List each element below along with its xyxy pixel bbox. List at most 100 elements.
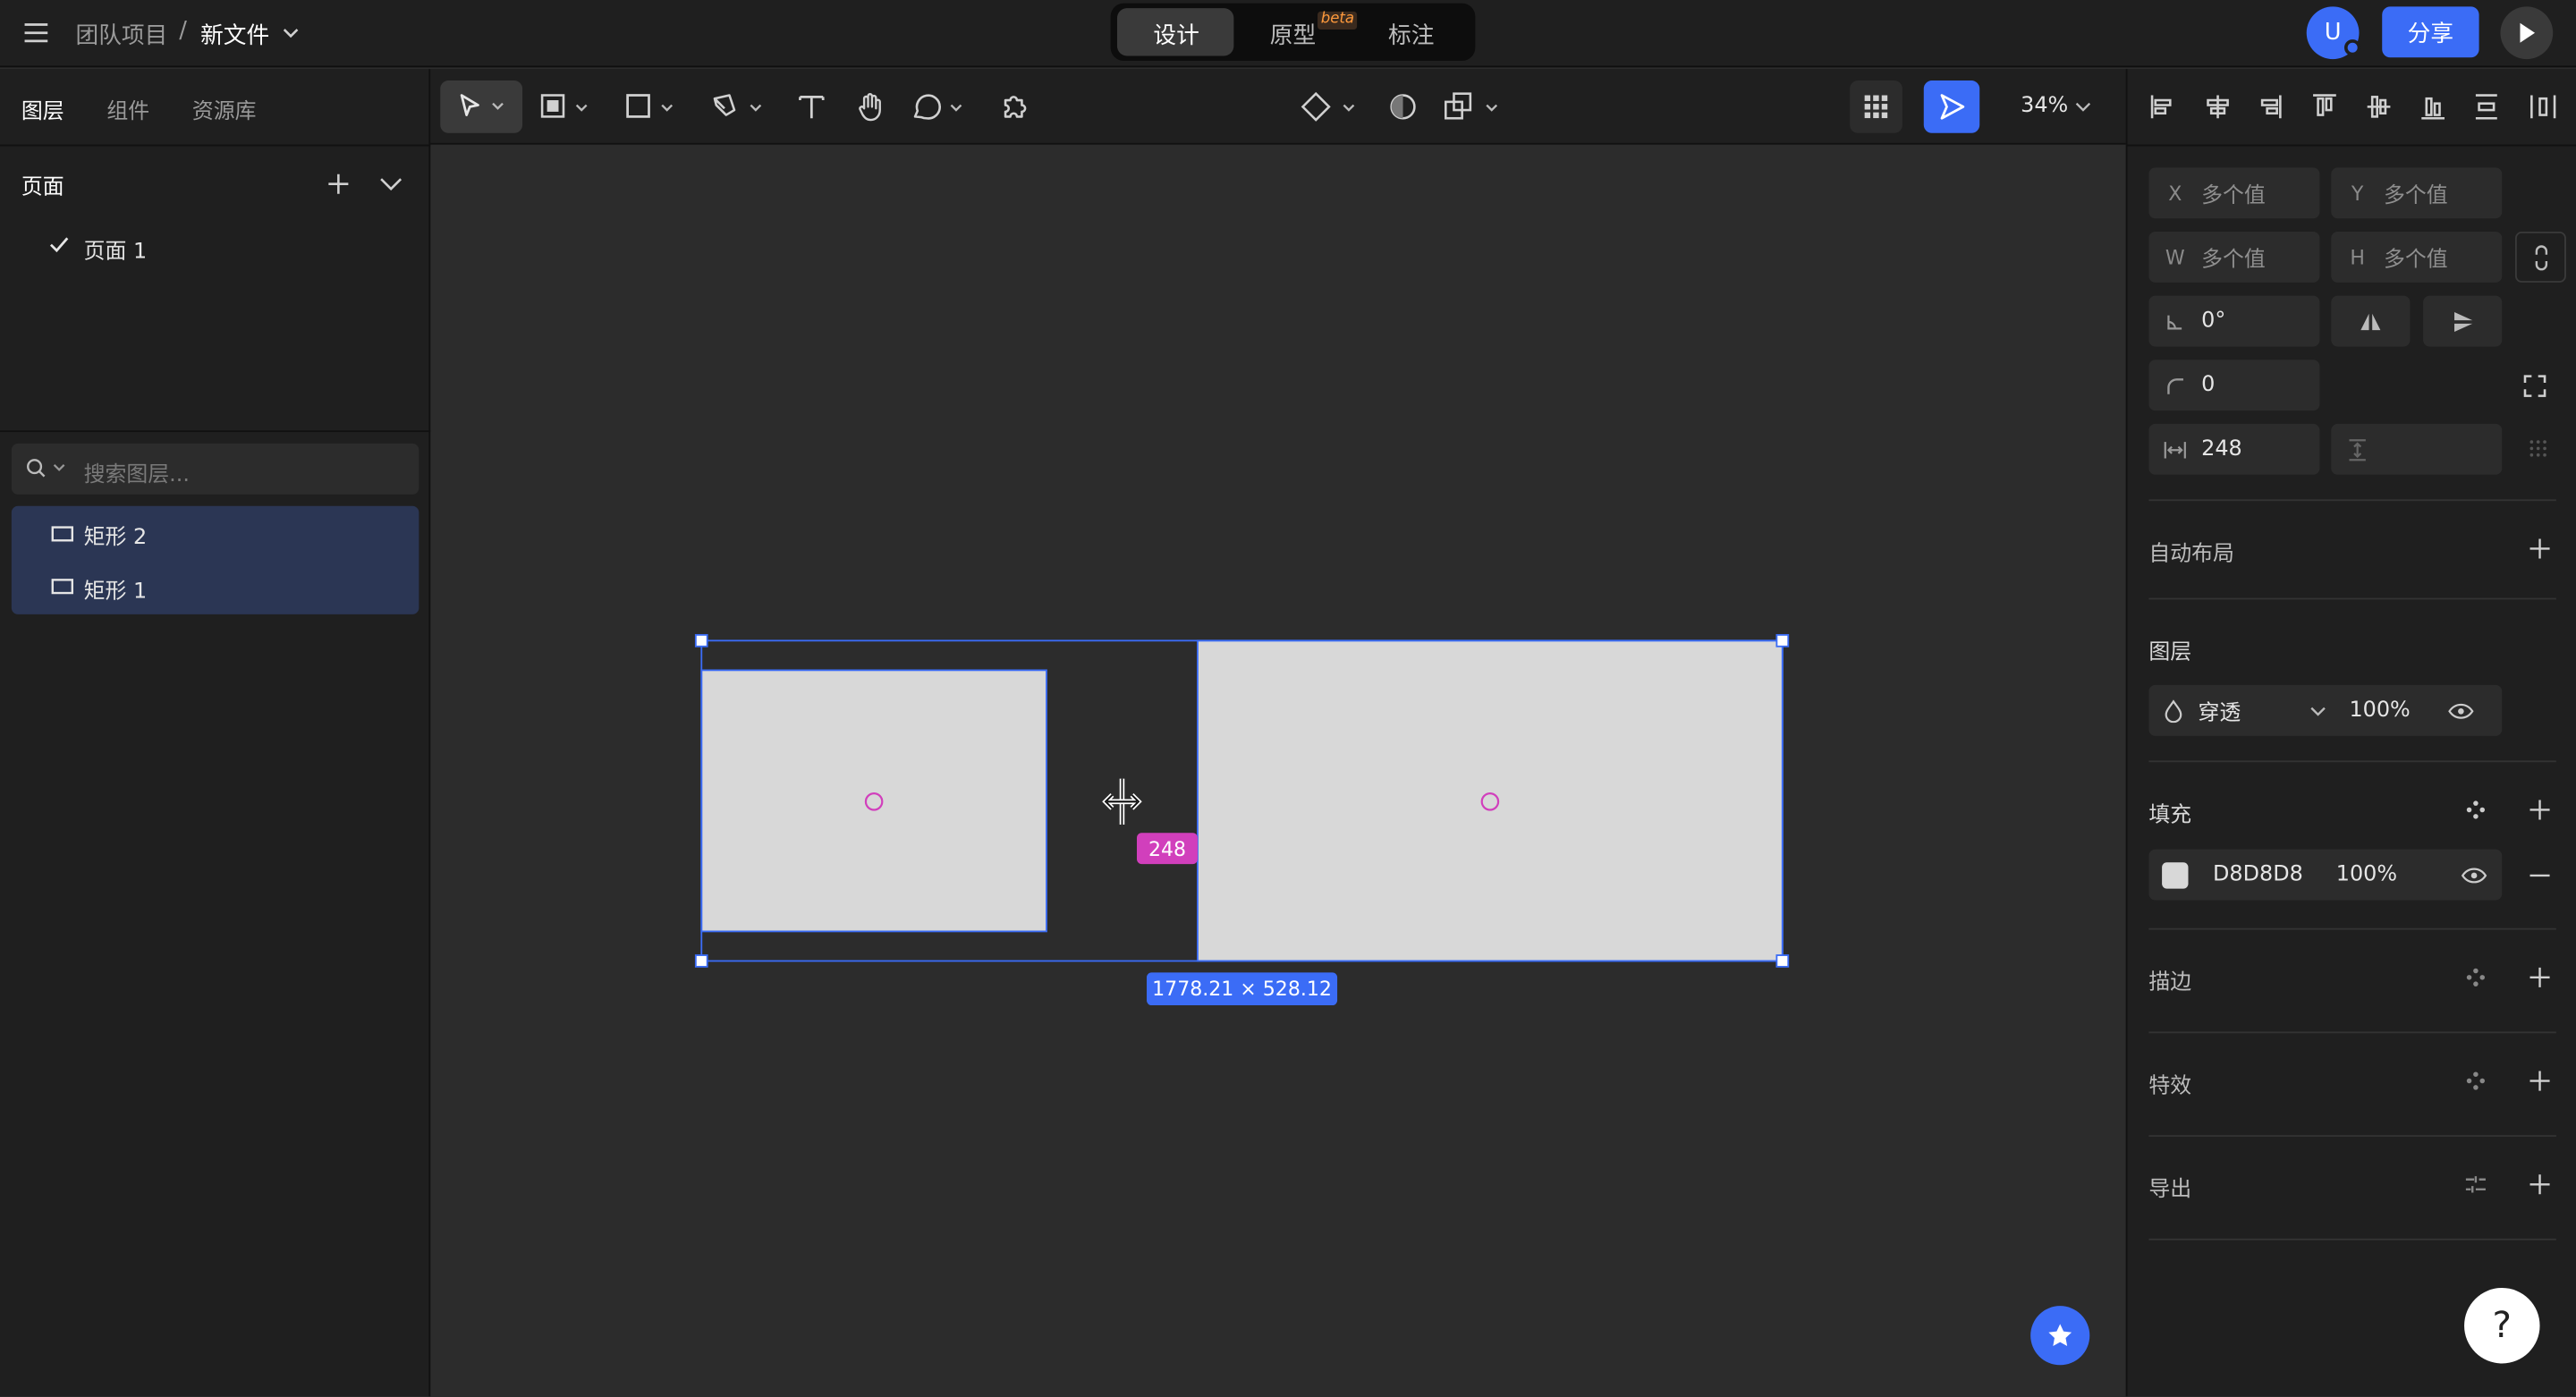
fill-styles-icon[interactable] (2462, 797, 2488, 823)
height-field[interactable]: H 多个值 (2331, 231, 2503, 283)
rotation-field[interactable]: 0° (2148, 295, 2320, 347)
collapse-pages-chevron-icon[interactable] (377, 169, 406, 199)
rectangle-tool-button[interactable] (624, 89, 677, 124)
flip-vertical-icon (2454, 311, 2473, 332)
frame-tool-button[interactable] (538, 89, 591, 124)
pen-icon (713, 94, 762, 116)
flip-vertical-button[interactable] (2423, 295, 2503, 347)
add-stroke-plus-icon[interactable] (2527, 964, 2553, 990)
file-menu-chevron-icon[interactable] (281, 23, 301, 43)
layer-row[interactable]: 矩形 1 (12, 560, 419, 614)
tab-prototype[interactable]: 原型 (1270, 18, 1316, 51)
mask-tool-button[interactable] (1386, 89, 1419, 124)
dev-mode-button[interactable] (1923, 80, 1980, 133)
vertical-spacing-icon (2331, 437, 2384, 461)
favorites-fab[interactable] (2030, 1306, 2090, 1366)
align-v-center-icon (2367, 96, 2391, 118)
x-label: X (2168, 181, 2182, 205)
independent-corners-icon[interactable] (2521, 373, 2547, 399)
fill-section-title: 填充 (2148, 803, 2192, 828)
zoom-level[interactable]: 34% (2021, 94, 2068, 119)
layer-visibility-eye-icon (2448, 702, 2474, 718)
pen-tool-button[interactable] (709, 89, 765, 124)
spacing-resize-cursor-icon (1102, 778, 1142, 826)
zoom-chevron-icon[interactable] (2073, 97, 2093, 116)
move-tool-button[interactable] (440, 80, 523, 133)
divider (2148, 499, 2556, 502)
tab-assets[interactable]: 资源库 (192, 94, 257, 125)
spacing-field[interactable]: 248 (2148, 423, 2320, 475)
share-button[interactable]: 分享 (2382, 6, 2479, 58)
comment-tool-button[interactable] (911, 89, 966, 124)
cursor-icon (460, 94, 504, 116)
w-label: W (2165, 245, 2185, 269)
page-item-1[interactable]: 页面 1 (39, 230, 417, 265)
blend-mode-field[interactable]: 穿透 100% (2148, 684, 2503, 736)
corner-radius-value: 0 (2201, 372, 2216, 398)
gap-spacing-value: 248 (1148, 836, 1187, 860)
text-tool-button[interactable] (795, 89, 828, 124)
x-field[interactable]: X 多个值 (2148, 167, 2320, 219)
add-fill-plus-icon[interactable] (2527, 797, 2553, 823)
add-auto-layout-plus-icon[interactable] (2527, 536, 2553, 562)
play-icon (2520, 22, 2536, 43)
selection-size-value: 1778.21 × 528.12 (1152, 977, 1332, 1001)
hand-tool-button[interactable] (854, 89, 887, 124)
hamburger-menu-icon[interactable] (20, 16, 53, 49)
horizontal-spacing-icon (2148, 439, 2201, 459)
constrain-proportions-button[interactable] (2514, 231, 2566, 283)
left-panel: 图层 组件 资源库 页面 页面 1 搜索图层... 矩形 2 矩形 1 (0, 69, 431, 1397)
share-button-label: 分享 (2407, 20, 2454, 47)
width-field[interactable]: W 多个值 (2148, 231, 2320, 283)
boolean-tool-button[interactable] (1443, 89, 1508, 124)
vertical-spacing-field[interactable] (2331, 423, 2503, 475)
resize-handle-tl (694, 633, 708, 648)
resize-handle-br (1775, 954, 1790, 968)
layer-search-field[interactable]: 搜索图层... (11, 443, 419, 495)
add-effect-plus-icon[interactable] (2527, 1068, 2553, 1094)
grid-view-button[interactable] (1850, 80, 1902, 133)
rectangle-2-shape (1197, 639, 1784, 962)
tab-design[interactable]: 设计 (1153, 18, 1199, 51)
effect-styles-icon[interactable] (2462, 1068, 2488, 1094)
corner-radius-field[interactable]: 0 (2148, 360, 2320, 411)
align-right-icon (2260, 95, 2282, 119)
canvas[interactable]: 248 1778.21 × 528.12 (432, 146, 2124, 1396)
page-item-label: 页面 1 (83, 240, 148, 265)
add-export-plus-icon[interactable] (2527, 1172, 2553, 1198)
right-panel: X 多个值 Y 多个值 W 多个值 H 多个值 0° 0 248 自动布局 图层… (2125, 69, 2576, 1397)
y-field[interactable]: Y 多个值 (2331, 167, 2503, 219)
fill-color-swatch[interactable] (2162, 861, 2189, 888)
app-window: 团队项目 / 新文件 设计 原型 beta 标注 U 分享 34% 图层 组件 … (0, 0, 2576, 1397)
fill-color-field[interactable]: D8D8D8 100% (2148, 849, 2503, 901)
export-section-title: 导出 (2148, 1177, 2192, 1203)
export-settings-slider-icon[interactable] (2462, 1172, 2488, 1198)
help-button[interactable]: ? (2464, 1287, 2540, 1364)
plugins-button[interactable] (997, 89, 1033, 124)
layer-row[interactable]: 矩形 2 (12, 506, 419, 561)
flip-horizontal-icon (2360, 312, 2381, 330)
add-page-plus-icon[interactable] (324, 169, 353, 199)
rotation-value: 0° (2201, 309, 2226, 334)
toolbar: 34% (430, 69, 2126, 145)
h-value: 多个值 (2384, 248, 2448, 273)
layer-opacity-value: 100% (2349, 698, 2411, 724)
mask-icon (1390, 94, 1416, 120)
online-status-dot (2343, 39, 2361, 56)
remove-fill-minus-icon[interactable] (2527, 862, 2553, 888)
component-tool-button[interactable] (1298, 89, 1360, 124)
stroke-styles-icon[interactable] (2462, 964, 2488, 990)
tab-annotate[interactable]: 标注 (1388, 18, 1434, 51)
file-name[interactable]: 新文件 (200, 18, 269, 51)
divider (2148, 597, 2556, 600)
breadcrumb-team[interactable]: 团队项目 (75, 18, 167, 51)
gap-spacing-badge[interactable]: 248 (1136, 833, 1198, 865)
play-prototype-button[interactable] (2500, 6, 2554, 60)
grid-icon (1864, 95, 1888, 119)
fill-visibility-eye-icon (2461, 867, 2487, 883)
beta-badge: beta (1318, 11, 1358, 30)
flip-horizontal-button[interactable] (2331, 295, 2411, 347)
tab-components[interactable]: 组件 (106, 94, 149, 125)
tab-layers[interactable]: 图层 (21, 94, 64, 125)
resize-handle-bl (694, 954, 708, 968)
